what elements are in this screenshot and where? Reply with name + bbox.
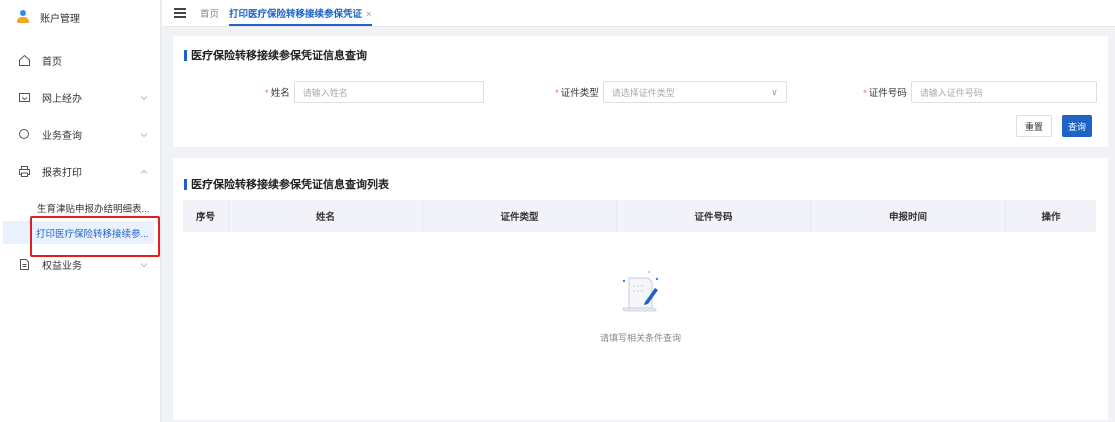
tab-bar: 首页 打印医疗保险转移接续参保凭证 ×	[162, 0, 1115, 27]
name-label: * 姓名	[265, 88, 290, 99]
empty-state: 请填写相关条件查询	[173, 268, 1108, 344]
name-field: * 姓名 请输入姓名	[265, 81, 484, 103]
sidebar-item-report-print[interactable]: 报表打印	[0, 153, 160, 190]
list-panel: 医疗保险转移接续参保凭证信息查询列表 序号 姓名 证件类型 证件号码 申报时间 …	[173, 158, 1108, 420]
id-type-placeholder: 请选择证件类型	[611, 87, 675, 98]
inbox-icon	[16, 90, 32, 106]
name-placeholder: 请输入姓名	[302, 87, 348, 98]
printer-icon	[16, 164, 32, 180]
id-number-field: * 证件号码 请输入证件号码	[863, 81, 1097, 103]
id-number-input[interactable]: 请输入证件号码	[910, 81, 1097, 103]
close-icon[interactable]: ×	[366, 9, 372, 20]
chevron-up-icon	[140, 167, 148, 177]
document-icon	[16, 257, 32, 273]
table-header: 序号 姓名 证件类型 证件号码 申报时间 操作	[183, 200, 1096, 232]
column-header-actions: 操作	[1041, 212, 1061, 223]
user-icon	[16, 10, 30, 24]
column-header-name: 姓名	[229, 200, 423, 232]
chevron-down-icon: ∨	[771, 86, 778, 97]
sidebar-item-online-service[interactable]: 网上经办	[0, 79, 160, 116]
column-header-declare-time: 申报时间	[811, 200, 1006, 232]
sidebar: 账户管理 首页 网上经办 业务查询 报表打印 生育津贴申报办结明细表... 打印…	[0, 0, 161, 422]
empty-document-icon	[615, 268, 667, 317]
query-panel: 医疗保险转移接续参保凭证信息查询 * 姓名 请输入姓名 * 证件类型 请选择证件类型…	[173, 36, 1108, 147]
id-number-label: * 证件号码	[863, 88, 907, 99]
query-panel-title: 医疗保险转移接续参保凭证信息查询	[184, 47, 367, 63]
sidebar-item-business-query[interactable]: 业务查询	[0, 116, 160, 153]
sidebar-header[interactable]: 账户管理	[0, 0, 160, 34]
id-number-placeholder: 请输入证件号码	[919, 87, 983, 98]
title-accent-bar	[184, 178, 187, 190]
column-header-id-number: 证件号码	[617, 200, 811, 232]
query-panel-title-text: 医疗保险转移接续参保凭证信息查询	[191, 50, 367, 62]
chevron-down-icon	[140, 130, 148, 140]
chevron-down-icon	[140, 93, 148, 103]
home-icon	[16, 53, 32, 69]
column-header-id-type: 证件类型	[423, 200, 617, 232]
sidebar-item-home[interactable]: 首页	[0, 42, 160, 79]
sidebar-item-label: 网上经办	[42, 94, 82, 105]
search-icon	[16, 127, 32, 143]
tab-label: 打印医疗保险转移接续参保凭证	[229, 9, 363, 20]
name-input[interactable]: 请输入姓名	[293, 81, 484, 103]
column-header-index: 序号	[183, 200, 229, 232]
reset-button[interactable]: 重置	[1016, 115, 1052, 137]
sidebar-item-label: 报表打印	[42, 168, 82, 179]
title-accent-bar	[184, 49, 187, 61]
query-button[interactable]: 查询	[1062, 115, 1092, 137]
tab-home[interactable]: 首页	[200, 6, 219, 20]
list-panel-title-text: 医疗保险转移接续参保凭证信息查询列表	[191, 179, 389, 191]
sidebar-item-label: 业务查询	[42, 131, 82, 142]
sidebar-header-title: 账户管理	[40, 13, 80, 25]
sidebar-subitem-print-medical-transfer[interactable]: 打印医疗保险转移接续参...	[3, 221, 154, 244]
sidebar-item-label: 首页	[42, 57, 62, 68]
id-type-select[interactable]: 请选择证件类型 ∨	[602, 81, 787, 103]
tab-print-medical-transfer[interactable]: 打印医疗保险转移接续参保凭证 ×	[229, 6, 372, 26]
list-panel-title: 医疗保险转移接续参保凭证信息查询列表	[184, 176, 389, 192]
sidebar-item-rights-business[interactable]: 权益业务	[0, 246, 160, 283]
sidebar-item-label: 权益业务	[42, 261, 82, 272]
id-type-label: * 证件类型	[555, 88, 599, 99]
menu-toggle-icon[interactable]	[174, 8, 186, 18]
sidebar-subitem-maternity-allowance[interactable]: 生育津贴申报办结明细表...	[0, 196, 160, 219]
chevron-down-icon	[140, 260, 148, 270]
empty-state-text: 请填写相关条件查询	[599, 333, 681, 343]
id-type-field: * 证件类型 请选择证件类型 ∨	[555, 81, 787, 103]
